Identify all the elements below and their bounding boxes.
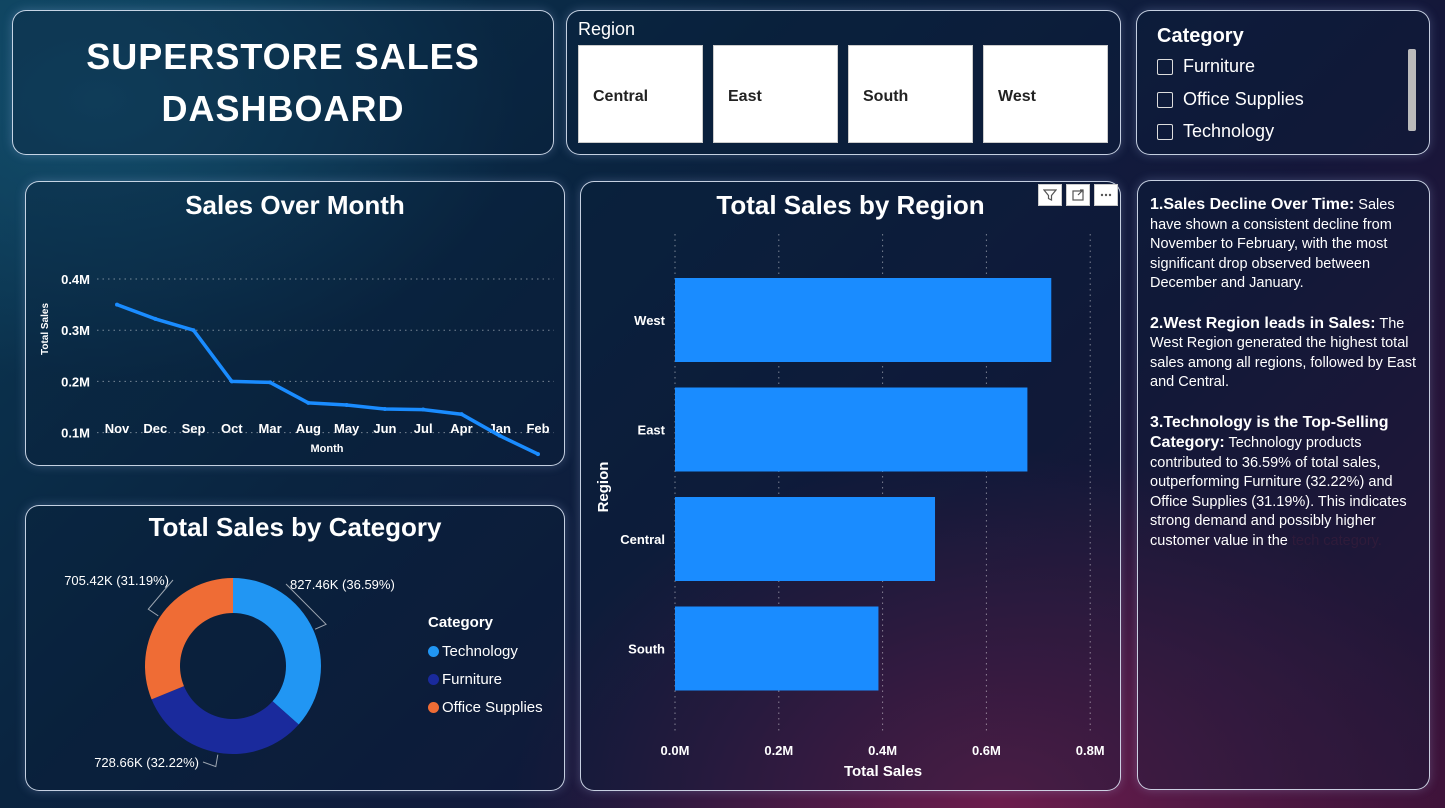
insight-heading: 1.Sales Decline Over Time: (1150, 196, 1355, 213)
insight-3: 3.Technology is the Top-Selling Category… (1150, 413, 1422, 552)
legend-dot (428, 673, 439, 685)
bar-chart: 0.0M 0.2M 0.4M 0.6M 0.8M West East Central South… (595, 234, 1105, 780)
data-point[interactable] (536, 452, 540, 457)
data-point[interactable] (306, 400, 311, 405)
dashboard-title: SUPERSTORE SALES DASHBOARD (86, 31, 479, 135)
data-point[interactable] (421, 407, 426, 412)
data-point[interactable] (268, 380, 273, 385)
dashboard-title-card: SUPERSTORE SALES DASHBOARD (12, 10, 554, 155)
x-tick-label: Nov (105, 421, 130, 436)
bar[interactable] (675, 497, 936, 581)
category-option-office-supplies[interactable]: Office Supplies (1157, 89, 1304, 110)
series-line[interactable] (116, 302, 539, 456)
y-tick-label: South (628, 642, 665, 657)
sales-over-month-card: Sales Over Month 0.1M 0.2M 0.3M 0.4M Nov Dec S… (25, 181, 565, 466)
region-tile-south[interactable]: South (848, 45, 973, 143)
x-tick-label: 0.0M (661, 743, 690, 758)
bar[interactable] (675, 606, 879, 691)
data-point[interactable] (191, 328, 196, 333)
y-tick-label: 0.2M (61, 374, 90, 389)
x-axis-title: Month (311, 443, 344, 455)
y-tick-label: 0.3M (61, 323, 90, 338)
region-tile-central[interactable]: Central (578, 45, 703, 143)
region-tile-east[interactable]: East (713, 45, 838, 143)
region-slicer-label: Region (578, 19, 636, 39)
data-point[interactable] (344, 402, 349, 407)
x-tick-label: Oct (221, 421, 243, 436)
x-tick-label: Jul (414, 421, 433, 436)
x-tick-label: Apr (450, 421, 472, 436)
checkbox[interactable] (1157, 123, 1173, 140)
insights-text: 1.Sales Decline Over Time: Sales have sh… (1150, 195, 1422, 571)
y-axis-title: Region (595, 462, 612, 513)
legend-dot (428, 645, 439, 657)
category-option-label: Office Supplies (1183, 89, 1304, 109)
category-option-technology[interactable]: Technology (1157, 121, 1274, 142)
data-point[interactable] (497, 433, 502, 438)
x-tick-label: Mar (259, 421, 282, 436)
x-tick-label: Jun (373, 421, 396, 436)
insight-1: 1.Sales Decline Over Time: Sales have sh… (1150, 195, 1422, 294)
y-tick-label: West (634, 313, 665, 328)
bar[interactable] (675, 278, 1052, 362)
legend-item-technology[interactable]: Technology (428, 637, 543, 665)
legend-item-office-supplies[interactable]: Office Supplies (428, 693, 543, 721)
insight-faded-text: tech category. (1291, 532, 1382, 549)
data-point[interactable] (153, 316, 158, 321)
data-label: 827.46K (36.59%) (290, 577, 395, 592)
x-tick-label: 0.2M (764, 743, 793, 758)
x-tick-label: Dec (143, 421, 167, 436)
data-point[interactable] (459, 412, 464, 417)
legend-label: Furniture (442, 670, 503, 688)
data-point[interactable] (382, 407, 387, 412)
category-slicer-label: Category (1157, 25, 1244, 47)
category-option-furniture[interactable]: Furniture (1157, 56, 1255, 77)
category-legend: Category Technology Furniture Office Sup… (428, 614, 543, 721)
y-tick-label: East (638, 423, 666, 438)
y-axis-title: Total Sales (40, 303, 51, 355)
category-slicer: Category Furniture Office Supplies Techn… (1136, 10, 1430, 155)
data-label: 705.42K (31.19%) (64, 573, 169, 588)
title-line-1: SUPERSTORE SALES (86, 35, 480, 77)
data-point[interactable] (115, 302, 119, 307)
x-tick-label: Sep (182, 421, 206, 436)
category-option-label: Furniture (1183, 56, 1256, 76)
insight-body: Technology products contributed to 36.59… (1150, 435, 1407, 549)
x-tick-label: Feb (526, 421, 549, 436)
x-axis-title: Total Sales (844, 763, 922, 780)
region-slicer: Region Central East South West (566, 10, 1121, 155)
y-tick-label: 0.4M (61, 272, 90, 287)
title-line-2: DASHBOARD (161, 87, 405, 129)
x-tick-label: Aug (296, 421, 321, 436)
legend-dot (428, 701, 439, 713)
legend-label: Office Supplies (442, 698, 543, 716)
leader-line (202, 754, 219, 768)
y-tick-label: Central (620, 532, 665, 547)
bar[interactable] (675, 387, 1028, 472)
line-chart: 0.1M 0.2M 0.3M 0.4M Nov Dec Sep Oct Mar Aug May Jun… (40, 272, 554, 457)
insights-card: 1.Sales Decline Over Time: Sales have sh… (1137, 180, 1430, 790)
data-label: 728.66K (32.22%) (94, 755, 199, 770)
legend-label: Technology (442, 642, 518, 660)
sales-by-region-card: Total Sales by Region 0.0M 0.2M 0.4M 0.6M 0.… (580, 181, 1121, 791)
insight-heading: 2.West Region leads in Sales: (1150, 314, 1376, 332)
x-tick-label: 0.8M (1076, 743, 1105, 758)
x-tick-label: 0.4M (868, 743, 897, 758)
y-tick-label: 0.1M (61, 426, 90, 441)
donut-slice[interactable] (233, 578, 321, 725)
insight-2: 2.West Region leads in Sales: The West R… (1150, 314, 1422, 393)
region-tile-west[interactable]: West (983, 45, 1108, 143)
x-tick-label: 0.6M (972, 743, 1001, 758)
x-tick-label: May (334, 421, 360, 436)
legend-title: Category (428, 614, 494, 631)
category-scrollbar[interactable] (1408, 49, 1416, 131)
checkbox[interactable] (1157, 91, 1173, 108)
donut-slice[interactable] (145, 578, 233, 700)
data-point[interactable] (229, 379, 234, 384)
legend-item-furniture[interactable]: Furniture (428, 665, 543, 693)
sales-by-category-card: Total Sales by Category 827.46K (36.59%)… (25, 505, 565, 791)
checkbox[interactable] (1157, 58, 1173, 75)
category-option-label: Technology (1183, 121, 1275, 141)
